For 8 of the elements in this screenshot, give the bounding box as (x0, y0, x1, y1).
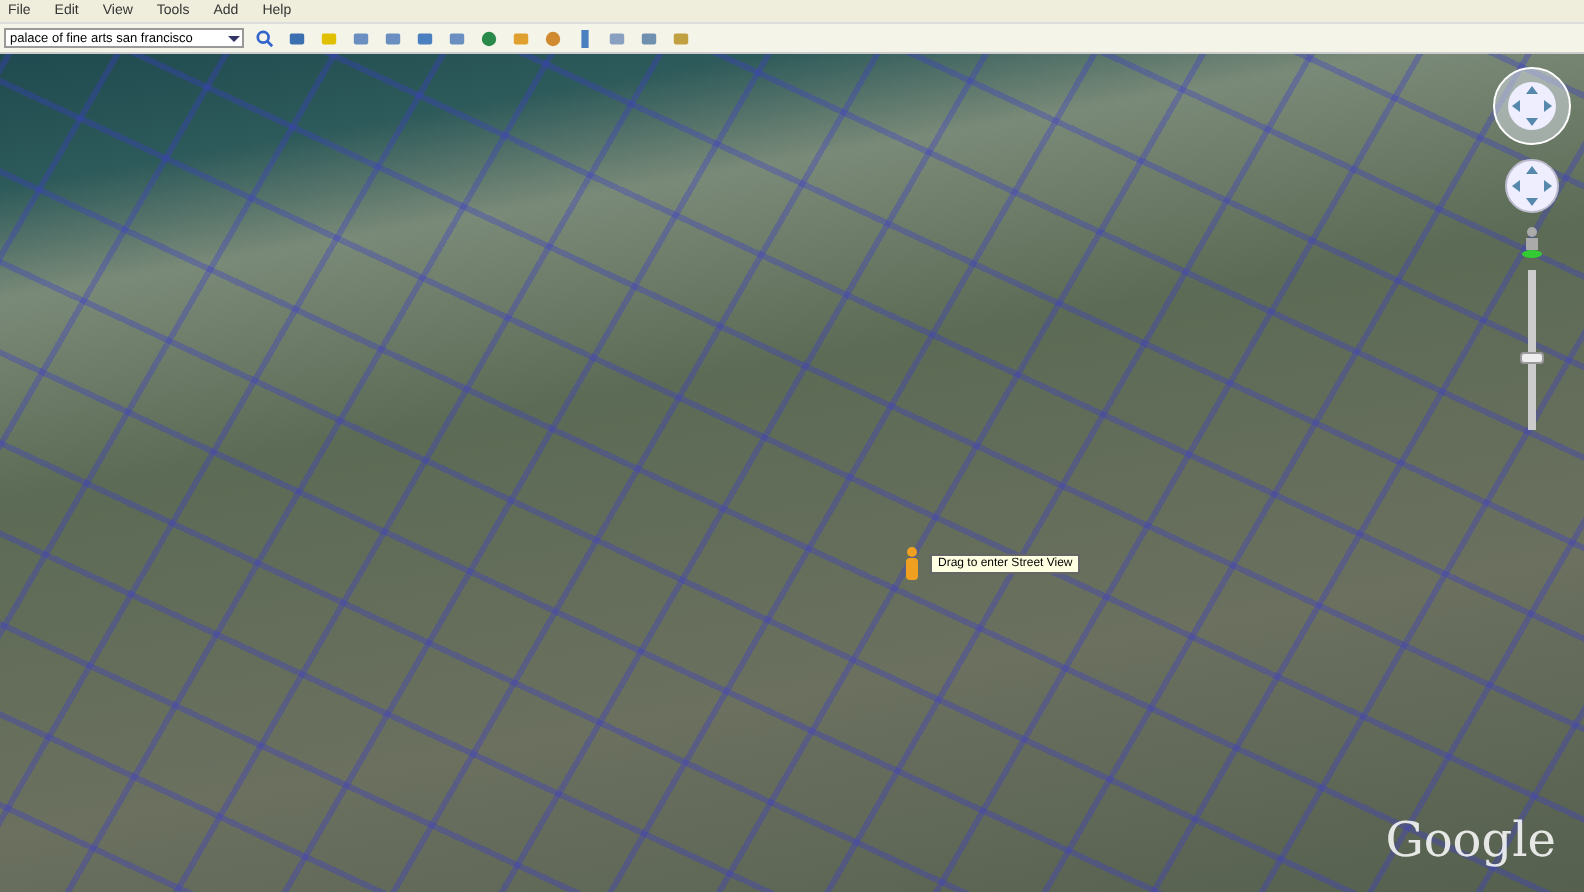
move-control-icon[interactable] (1504, 158, 1560, 214)
look-control-icon[interactable] (1492, 66, 1572, 146)
pegman-icon[interactable] (1522, 226, 1542, 258)
logo: Google (1385, 812, 1556, 868)
zoom-slider-thumb[interactable] (1520, 351, 1544, 364)
dropdown-icon[interactable] (226, 30, 242, 46)
pegman-icon[interactable] (904, 546, 920, 582)
search-icon[interactable] (252, 28, 276, 48)
